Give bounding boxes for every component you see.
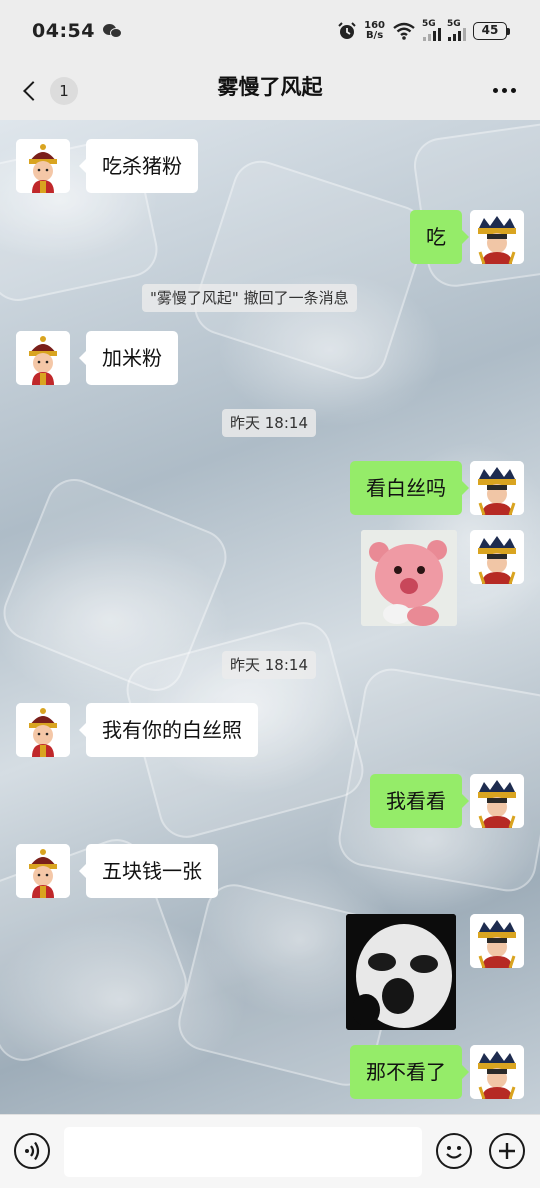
self-avatar-icon bbox=[470, 1045, 524, 1099]
message-bubble-incoming[interactable]: 我有你的白丝照 bbox=[79, 703, 258, 757]
blurry-face-sticker[interactable] bbox=[346, 914, 456, 1030]
message-row: 那不看了 bbox=[0, 1045, 540, 1101]
avatar-self[interactable] bbox=[470, 774, 524, 828]
contact-avatar-icon bbox=[16, 844, 70, 898]
battery-icon: 45 bbox=[473, 22, 510, 40]
message-row bbox=[0, 914, 540, 1030]
blurry-face-sticker-icon bbox=[346, 914, 456, 1030]
message-bubble-outgoing[interactable]: 我看看 bbox=[370, 774, 469, 828]
self-avatar-icon bbox=[470, 914, 524, 968]
chat-header: 1 雾慢了风起 bbox=[0, 62, 540, 120]
plus-icon bbox=[499, 1143, 515, 1159]
message-bubble-outgoing[interactable]: 吃 bbox=[410, 210, 469, 264]
wechat-notification-icon bbox=[102, 23, 123, 39]
avatar-other[interactable] bbox=[16, 331, 70, 385]
message-row: 五块钱一张 bbox=[0, 844, 540, 900]
message-row bbox=[0, 530, 540, 630]
message-row: 加米粉 bbox=[0, 331, 540, 387]
avatar-self[interactable] bbox=[470, 461, 524, 515]
self-avatar-icon bbox=[470, 530, 524, 584]
message-bubble-incoming[interactable]: 吃杀猪粉 bbox=[79, 139, 198, 193]
more-dot-icon bbox=[502, 87, 507, 93]
avatar-self[interactable] bbox=[470, 1045, 524, 1099]
avatar-other[interactable] bbox=[16, 844, 70, 898]
status-time: 04:54 bbox=[32, 20, 95, 42]
signal-sim1-icon: 5G bbox=[422, 19, 441, 41]
avatar-self[interactable] bbox=[470, 210, 524, 264]
more-features-button[interactable] bbox=[489, 1133, 525, 1169]
avatar-self[interactable] bbox=[470, 914, 524, 968]
message-row: 我看看 bbox=[0, 774, 540, 830]
more-dot-icon bbox=[511, 87, 516, 93]
status-bar: 04:54 160 B/s 5G 5G 45 bbox=[0, 0, 540, 62]
wifi-icon bbox=[393, 22, 415, 40]
recall-notice: "雾慢了风起" 撤回了一条消息 bbox=[142, 284, 357, 312]
avatar-other[interactable] bbox=[16, 703, 70, 757]
timestamp: 昨天 18:14 bbox=[222, 409, 316, 437]
message-row: 吃 bbox=[0, 210, 540, 266]
self-avatar-icon bbox=[470, 774, 524, 828]
battery-level: 45 bbox=[473, 22, 507, 40]
voice-icon bbox=[25, 1141, 40, 1161]
avatar-self[interactable] bbox=[470, 530, 524, 584]
more-dot-icon bbox=[493, 87, 498, 93]
voice-button[interactable] bbox=[14, 1133, 50, 1169]
emoji-icon bbox=[446, 1146, 462, 1159]
self-avatar-icon bbox=[470, 210, 524, 264]
more-options-button[interactable] bbox=[493, 78, 516, 102]
contact-avatar-icon bbox=[16, 139, 70, 193]
pink-bear-sticker[interactable] bbox=[361, 530, 457, 626]
signal-sim2-icon: 5G bbox=[447, 19, 466, 41]
message-bubble-outgoing[interactable]: 那不看了 bbox=[350, 1045, 469, 1099]
message-bubble-incoming[interactable]: 加米粉 bbox=[79, 331, 178, 385]
message-row: 我有你的白丝照 bbox=[0, 703, 540, 759]
message-bubble-incoming[interactable]: 五块钱一张 bbox=[79, 844, 218, 898]
message-row: 看白丝吗 bbox=[0, 461, 540, 517]
emoji-button[interactable] bbox=[436, 1133, 472, 1169]
chat-area[interactable]: 吃杀猪粉 吃 "雾慢了风起" 撤回了一条消息 加米粉 昨天 18:14 看白丝吗… bbox=[0, 120, 540, 1114]
network-speed: 160 B/s bbox=[364, 20, 385, 41]
contact-avatar-icon bbox=[16, 331, 70, 385]
message-input[interactable] bbox=[64, 1127, 422, 1177]
pink-bear-sticker-icon bbox=[361, 530, 457, 626]
timestamp: 昨天 18:14 bbox=[222, 651, 316, 679]
input-bar bbox=[0, 1114, 540, 1188]
message-bubble-outgoing[interactable]: 看白丝吗 bbox=[350, 461, 469, 515]
contact-avatar-icon bbox=[16, 703, 70, 757]
alarm-icon bbox=[338, 22, 356, 39]
chat-title: 雾慢了风起 bbox=[217, 75, 323, 99]
avatar-other[interactable] bbox=[16, 139, 70, 193]
message-row: 吃杀猪粉 bbox=[0, 139, 540, 195]
self-avatar-icon bbox=[470, 461, 524, 515]
